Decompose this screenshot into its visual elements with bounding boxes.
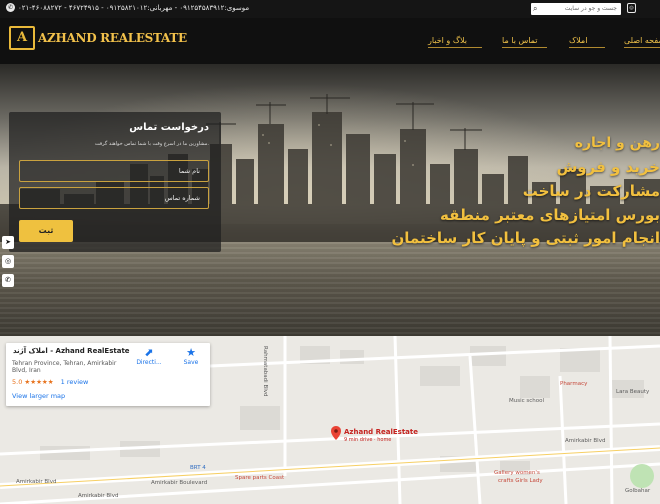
name-field[interactable]: نام شما bbox=[19, 160, 209, 182]
hero-line-partnership: مشارکت در ساخت bbox=[522, 182, 660, 200]
phone-numbers: ۰۲۱-۴۶۰۸۸۲۷۲ - ۴۶۷۲۴۹۱۵ - موسوی:۰۹۱۲۵۴۵۸… bbox=[18, 3, 250, 12]
map-label-street: Amirkabir Blvd bbox=[16, 479, 57, 485]
rating-stars: ★★★★★ bbox=[24, 378, 54, 386]
side-social-bar: ➤ ◎ ✆ bbox=[2, 236, 14, 287]
map-label-poi: Golbahar bbox=[625, 488, 651, 494]
hero-line-rent: رهن و اجاره bbox=[574, 135, 660, 151]
rating-value: 5.0 bbox=[12, 378, 23, 386]
map-label-poi: Music school bbox=[509, 398, 545, 404]
form-subtitle: مشاورین ما در اسرع وقت با شما تماس خواهن… bbox=[94, 141, 209, 147]
map-label-poi: Pharmacy bbox=[560, 381, 588, 387]
map-address: Tehran Province, Tehran, Amirkabir Blvd,… bbox=[12, 360, 117, 374]
map-label-street: Rahmatabadi Blvd bbox=[262, 346, 268, 397]
map-label-street: Amirkabir Blvd bbox=[78, 493, 119, 499]
whatsapp-icon[interactable]: ✆ bbox=[2, 274, 14, 287]
logo-text: AZHAND REALESTATE bbox=[38, 31, 187, 45]
form-title: درخواست تماس bbox=[129, 122, 209, 133]
hero-line-buy-sell: خرید و فروش bbox=[556, 158, 660, 176]
instagram-icon[interactable]: ◎ bbox=[2, 255, 14, 268]
logo[interactable]: A AZHAND REALESTATE bbox=[9, 26, 187, 50]
phone-icon: ✆ bbox=[6, 3, 15, 12]
top-socials: ◎ bbox=[627, 3, 636, 13]
search-placeholder: جست و جو در سایت bbox=[564, 5, 617, 12]
hero-line-registration: انجام امور ثبتی و پایان کار ساختمان bbox=[391, 229, 660, 247]
nav-properties[interactable]: املاک bbox=[569, 34, 605, 48]
water-reflection bbox=[0, 242, 660, 336]
map-label-poi: Spare parts Coast bbox=[235, 475, 285, 481]
map-pin-icon[interactable] bbox=[331, 425, 341, 440]
phone-field[interactable]: شماره تماس bbox=[19, 187, 209, 209]
telegram-icon[interactable]: ➤ bbox=[2, 236, 14, 249]
map-label-street: Amirkabir Boulevard bbox=[151, 480, 208, 486]
map-rating: 5.0 ★★★★★ 1 review bbox=[12, 378, 88, 386]
hero-line-exchange: بورس امتیازهای معتبر منطقه bbox=[439, 206, 660, 224]
view-larger-map-link[interactable]: View larger map bbox=[12, 392, 65, 400]
nav-blog[interactable]: بلاگ و اخبار bbox=[428, 34, 482, 48]
reviews-link[interactable]: 1 review bbox=[61, 378, 89, 386]
top-bar: ✆ ۰۲۱-۴۶۰۸۸۲۷۲ - ۴۶۷۲۴۹۱۵ - موسوی:۰۹۱۲۵۴… bbox=[0, 0, 660, 18]
map-label-poi: crafts Girls Lady bbox=[498, 478, 543, 484]
save-label: Save bbox=[183, 359, 199, 366]
map-label-street: Amirkabir Blvd bbox=[565, 438, 606, 444]
star-icon: ★ bbox=[186, 346, 196, 359]
instagram-icon[interactable]: ◎ bbox=[627, 3, 636, 13]
map-label-poi: Lara Beauty bbox=[616, 389, 650, 395]
map-place-name: املاک آژند - Azhand RealEstate bbox=[13, 347, 130, 355]
map-label-poi: Gallery women's bbox=[494, 470, 540, 476]
search-icon[interactable]: ⌕ bbox=[533, 4, 537, 14]
map-pin-sublabel: 9 min drive · home bbox=[344, 437, 392, 443]
contact-request-form: درخواست تماس مشاورین ما در اسرع وقت با ش… bbox=[9, 112, 221, 252]
nav-contact[interactable]: تماس با ما bbox=[502, 34, 547, 48]
submit-button[interactable]: ثبت bbox=[19, 220, 73, 242]
directions-icon: ⬈ bbox=[144, 346, 154, 359]
save-button[interactable]: ★ Save bbox=[178, 346, 204, 367]
main-nav: صفحه اصلی املاک تماس با ما بلاگ و اخبار bbox=[410, 34, 660, 50]
map-pin-label: Azhand RealEstate bbox=[344, 428, 419, 436]
nav-home[interactable]: صفحه اصلی bbox=[624, 34, 660, 48]
directions-label: Directi... bbox=[136, 359, 162, 366]
logo-mark-icon: A bbox=[9, 26, 35, 50]
map-label-poi: BRT 4 bbox=[190, 465, 206, 471]
search-input[interactable]: ⌕ جست و جو در سایت bbox=[531, 3, 621, 15]
phone-info: ✆ ۰۲۱-۴۶۰۸۸۲۷۲ - ۴۶۷۲۴۹۱۵ - موسوی:۰۹۱۲۵۴… bbox=[6, 3, 249, 12]
directions-button[interactable]: ⬈ Directi... bbox=[135, 346, 163, 367]
